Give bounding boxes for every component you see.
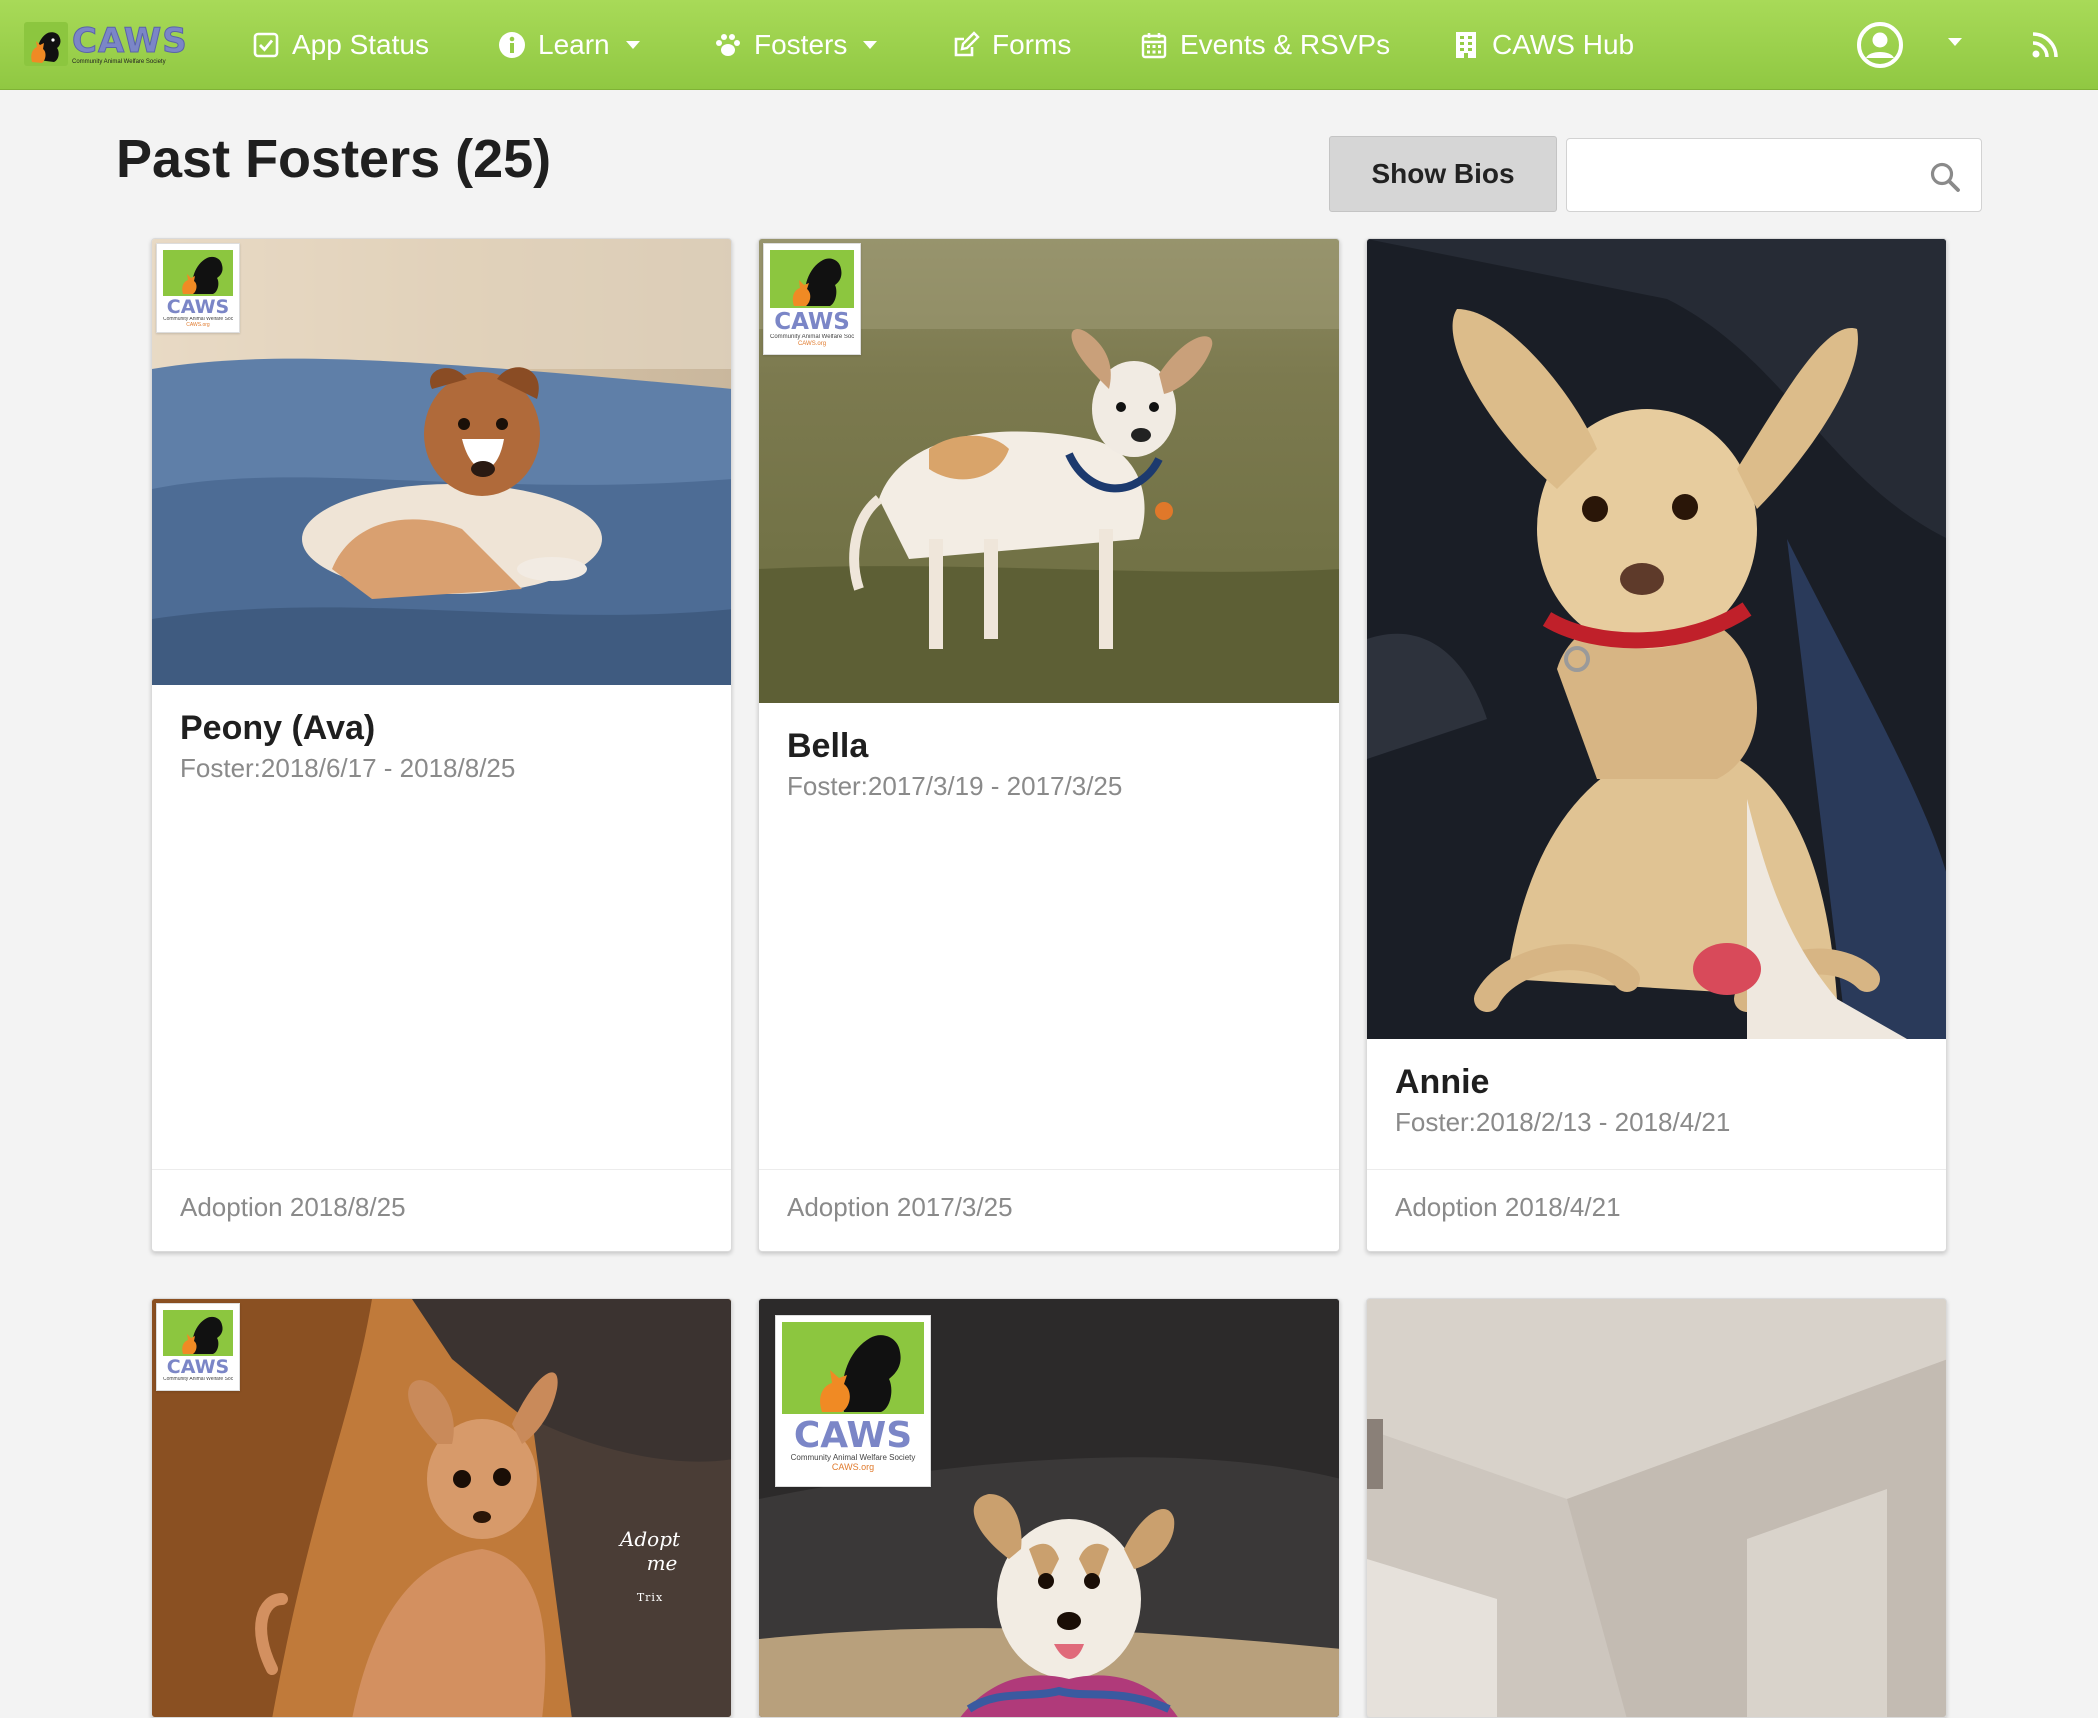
nav-app-status[interactable]: App Status (252, 0, 429, 90)
building-icon (1452, 31, 1480, 59)
logo-url: CAWS.org (831, 1461, 875, 1472)
adopt-me-watermark: Adopt me Trix (610, 1527, 690, 1647)
foster-card[interactable] (1366, 1298, 1947, 1718)
brand-name: CAWS (72, 20, 188, 61)
card-footer: Adoption 2017/3/25 (759, 1169, 1339, 1251)
user-circle-icon (1857, 22, 1903, 68)
logo-word: CAWS (166, 296, 230, 318)
foster-name[interactable]: Bella (787, 727, 868, 766)
foster-photo[interactable]: CAWS Community Animal Welfare Society Ad… (152, 1299, 731, 1717)
foster-name[interactable]: Peony (Ava) (180, 709, 375, 748)
search-input[interactable] (1567, 139, 1927, 211)
nav-events[interactable]: Events & RSVPs (1140, 0, 1390, 90)
foster-dates: Foster:2018/6/17 - 2018/8/25 (180, 753, 516, 783)
logo-word: CAWS (166, 1356, 230, 1378)
caws-watermark-logo: CAWS Community Animal Welfare Society CA… (763, 243, 861, 355)
foster-photo[interactable]: CAWS Community Animal Welfare Society CA… (152, 239, 731, 685)
foster-outcome: Adoption 2018/8/25 (180, 1192, 406, 1222)
rss-icon (2032, 32, 2058, 58)
foster-card[interactable]: CAWS Community Animal Welfare Society CA… (151, 238, 732, 1252)
foster-card[interactable]: CAWS Community Animal Welfare Society CA… (758, 238, 1340, 1252)
chevron-down-icon[interactable] (1948, 38, 1962, 46)
foster-card[interactable]: CAWS Community Animal Welfare Society Ad… (151, 1298, 732, 1718)
calendar-icon (1140, 31, 1168, 59)
foster-outcome: Adoption 2018/4/21 (1395, 1192, 1621, 1222)
logo-sub: Community Animal Welfare Society (163, 1377, 233, 1382)
logo-word: CAWS (793, 1415, 913, 1456)
logo-url: CAWS.org (186, 321, 210, 328)
page-title: Past Fosters (25) (116, 129, 552, 189)
nav-learn-label: Learn (538, 29, 610, 60)
nav-fosters[interactable]: Fosters (714, 0, 878, 90)
watermark-pet-name: Trix (636, 1591, 664, 1604)
info-circle-icon (498, 31, 526, 59)
foster-outcome: Adoption 2017/3/25 (787, 1192, 1013, 1222)
caws-logo-mark (24, 22, 68, 66)
paw-icon (714, 31, 742, 59)
edit-icon (952, 31, 980, 59)
nav-caws-hub[interactable]: CAWS Hub (1452, 0, 1634, 90)
foster-dates: Foster:2018/2/13 - 2018/4/21 (1395, 1107, 1731, 1137)
search-icon[interactable] (1929, 161, 1961, 193)
brand-tagline: Community Animal Welfare Society (72, 58, 166, 65)
caws-watermark-logo: CAWS Community Animal Welfare Society (156, 1303, 240, 1391)
show-bios-button[interactable]: Show Bios (1329, 136, 1557, 212)
logo-sub: Community Animal Welfare Society (770, 334, 854, 340)
foster-photo[interactable] (1367, 239, 1946, 1039)
nav-app-status-label: App Status (292, 29, 429, 60)
nav-learn[interactable]: Learn (498, 0, 640, 90)
card-footer: Adoption 2018/8/25 (152, 1169, 731, 1251)
foster-photo[interactable]: CAWS Community Animal Welfare Society CA… (759, 1299, 1339, 1717)
nav-forms[interactable]: Forms (952, 0, 1071, 90)
nav-fosters-label: Fosters (754, 29, 848, 60)
adopt-word: Adopt (619, 1527, 681, 1551)
logo-word: CAWS (774, 309, 850, 335)
nav-forms-label: Forms (992, 29, 1072, 60)
card-footer: Adoption 2018/4/21 (1367, 1169, 1946, 1251)
top-navbar: CAWS Community Animal Welfare Society Ap… (0, 0, 2098, 90)
user-menu-button[interactable] (1855, 20, 1905, 70)
me-word: me (646, 1551, 678, 1575)
foster-dates: Foster:2017/3/19 - 2017/3/25 (787, 771, 1123, 801)
nav-events-label: Events & RSVPs (1180, 29, 1391, 60)
foster-photo[interactable]: CAWS Community Animal Welfare Society CA… (759, 239, 1339, 703)
foster-card[interactable]: Annie Foster:2018/2/13 - 2018/4/21 Adopt… (1366, 238, 1947, 1252)
chevron-down-icon (625, 41, 640, 49)
rss-button[interactable] (2030, 30, 2060, 60)
logo-url: CAWS.org (797, 340, 827, 347)
foster-name[interactable]: Annie (1395, 1063, 1489, 1102)
search-box (1566, 138, 1982, 212)
foster-card[interactable]: CAWS Community Animal Welfare Society CA… (758, 1298, 1340, 1718)
caws-watermark-logo: CAWS Community Animal Welfare Society CA… (156, 243, 240, 333)
caws-logo[interactable]: CAWS Community Animal Welfare Society (24, 18, 190, 70)
nav-caws-hub-label: CAWS Hub (1492, 29, 1635, 60)
foster-photo[interactable] (1367, 1299, 1946, 1717)
chevron-down-icon (863, 41, 878, 49)
check-square-icon (252, 31, 280, 59)
caws-watermark-logo: CAWS Community Animal Welfare Society CA… (775, 1315, 931, 1487)
